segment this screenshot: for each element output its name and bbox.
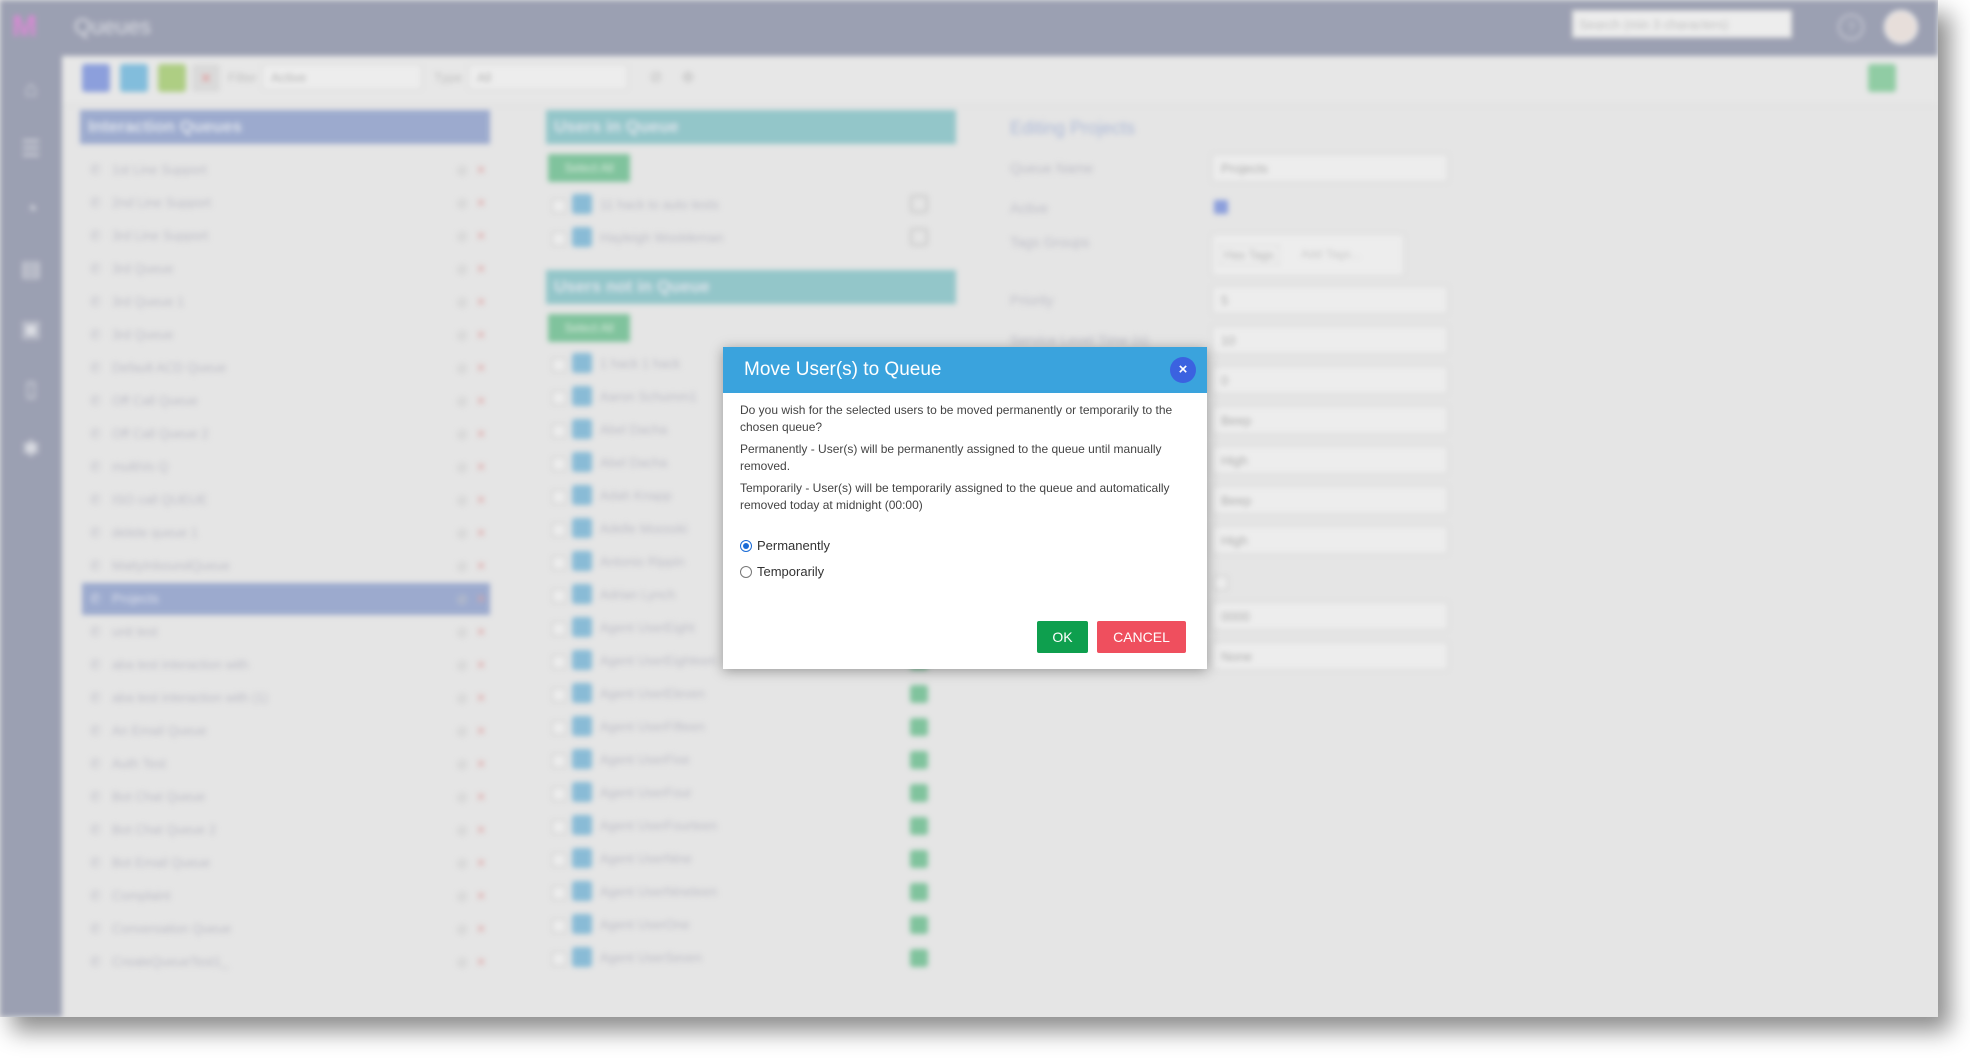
permanently-label: Permanently (757, 538, 830, 553)
dialog-title: Move User(s) to Queue (744, 359, 942, 380)
dialog-header: Move User(s) to Queue × (723, 347, 1207, 393)
permanent-description: Permanently - User(s) will be permanentl… (740, 442, 1162, 473)
temporarily-label: Temporarily (757, 564, 825, 579)
temporarily-radio[interactable] (740, 565, 752, 578)
cancel-button[interactable]: CANCEL (1097, 621, 1186, 653)
temporarily-option[interactable]: Temporarily (740, 562, 824, 582)
permanently-radio[interactable] (740, 539, 752, 552)
close-icon[interactable]: × (1170, 357, 1196, 383)
app-window: M Queues Search (min 3 characters) ? ⌂ ☰… (0, 0, 1938, 1017)
permanently-option[interactable]: Permanently (740, 536, 830, 556)
move-users-dialog: Move User(s) to Queue × Do you wish for … (723, 347, 1207, 669)
ok-button[interactable]: OK (1037, 621, 1088, 653)
temporary-description: Temporarily - User(s) will be temporaril… (740, 481, 1170, 512)
dialog-question: Do you wish for the selected users to be… (740, 403, 1173, 434)
